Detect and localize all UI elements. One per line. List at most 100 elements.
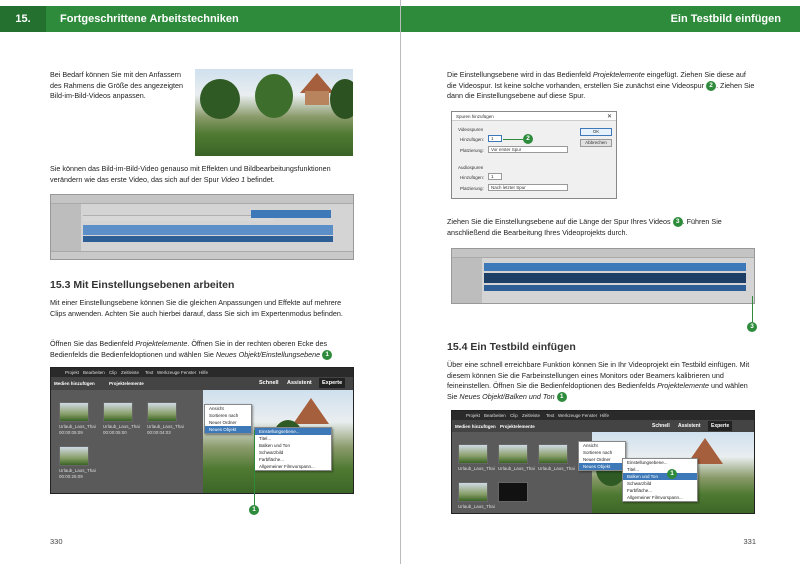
adjustment-layer-clip[interactable] [484, 263, 746, 271]
mode-expert-tab[interactable]: Experte [319, 378, 346, 388]
menu-hilfe[interactable]: Hilfe [199, 370, 208, 375]
menu-bar: Projekt Bearbeiten Clip Zeitleiste Text … [51, 368, 353, 377]
asset-label: Urlaub_Laos_Thai [498, 466, 535, 471]
submenu-color-matte[interactable]: Farbfläche... [623, 487, 697, 494]
context-menu: Ansicht Sortieren nach Neuer Ordner Neue… [578, 441, 626, 471]
menu-zeitleiste[interactable]: Zeitleiste [121, 370, 139, 375]
menu-bearbeiten[interactable]: Bearbeiten [484, 413, 506, 418]
add-tracks-dialog: Spuren hinzufügen ✕ Videospuren Hinzufüg… [451, 111, 617, 199]
asset-duration: 00:00:25:09 [59, 474, 83, 479]
close-icon[interactable]: ✕ [607, 113, 612, 120]
project-assets-button[interactable]: Projektelemente [109, 381, 144, 386]
submenu: Einstellungsebene... Titel... Balken und… [254, 427, 332, 471]
asset-thumbnail[interactable] [59, 446, 89, 466]
timeline-footer [51, 251, 353, 259]
mode-guided-tab[interactable]: Assistent [678, 423, 701, 429]
asset-thumbnail[interactable] [538, 444, 568, 464]
menu-fenster[interactable]: Fenster [181, 370, 196, 375]
submenu-countdown[interactable]: Allgemeiner Filmvorspann... [623, 494, 697, 501]
add-media-button[interactable]: Medien hinzufügen [455, 424, 496, 429]
submenu-color-matte[interactable]: Farbfläche... [255, 456, 331, 463]
chapter-number: 15. [0, 6, 46, 32]
menu-item-new-object[interactable]: Neues Objekt [579, 463, 625, 470]
menu-bearbeiten[interactable]: Bearbeiten [83, 370, 105, 375]
asset-thumbnail[interactable] [147, 402, 177, 422]
toolbar: Medien hinzufügen Projektelemente Schnel… [452, 420, 754, 432]
asset-label: Urlaub_Laos_Thai [59, 424, 96, 429]
audio-place-select[interactable]: Nach letzter Spur [488, 184, 568, 191]
asset-label: Urlaub_Laos_Thai [103, 424, 140, 429]
audio-clip[interactable] [83, 236, 333, 242]
submenu-adjustment-layer[interactable]: Einstellungsebene... [623, 459, 697, 466]
adjustment-layer-thumbnail[interactable] [498, 482, 528, 502]
submenu-black-video[interactable]: Schwarzbild [623, 480, 697, 487]
asset-thumbnail[interactable] [498, 444, 528, 464]
page-number: 331 [743, 537, 756, 546]
menu-projekt[interactable]: Projekt [65, 370, 79, 375]
ok-button[interactable]: OK [580, 128, 612, 136]
menu-text[interactable]: Text [145, 370, 153, 375]
menu-hilfe[interactable]: Hilfe [600, 413, 609, 418]
callout-line [503, 139, 523, 140]
paragraph-drag-layer: Ziehen Sie die Einstellungsebene auf die… [447, 217, 757, 238]
submenu-countdown[interactable]: Allgemeiner Filmvorspann... [255, 463, 331, 470]
submenu-title[interactable]: Titel... [623, 466, 697, 473]
editor-screenshot: Projekt Bearbeiten Clip Zeitleiste Text … [451, 410, 755, 514]
submenu-adjustment-layer[interactable]: Einstellungsebene... [255, 428, 331, 435]
menu-werkzeuge[interactable]: Werkzeuge [558, 413, 581, 418]
right-header: Ein Testbild einfügen [401, 6, 800, 32]
menu-zeitleiste[interactable]: Zeitleiste [522, 413, 540, 418]
menu-fenster[interactable]: Fenster [582, 413, 597, 418]
callout-badge: 3 [672, 217, 683, 228]
submenu-black-video[interactable]: Schwarzbild [255, 449, 331, 456]
submenu-bars-tone[interactable]: Balken und Ton [255, 442, 331, 449]
menu-bar: Projekt Bearbeiten Clip Zeitleiste Text … [452, 411, 754, 420]
section-title: 15.3 Mit Einstellungsebenen arbeiten [50, 279, 235, 291]
project-assets-button[interactable]: Projektelemente [500, 424, 535, 429]
asset-thumbnail[interactable] [458, 482, 488, 502]
right-page: Ein Testbild einfügen Die Einstellungseb… [400, 0, 800, 564]
video-clip[interactable] [83, 225, 333, 235]
asset-thumbnail[interactable] [458, 444, 488, 464]
chapter-title: Ein Testbild einfügen [670, 13, 781, 25]
video-clip[interactable] [484, 273, 746, 283]
menu-projekt[interactable]: Projekt [466, 413, 480, 418]
menu-item-sort[interactable]: Sortieren nach [205, 412, 251, 419]
menu-item-new-folder[interactable]: Neuer Ordner [205, 419, 251, 426]
empty-track [83, 215, 273, 221]
left-header: 15. Fortgeschrittene Arbeitstechniken [0, 6, 400, 32]
assets-panel: Urlaub_Laos_Thai 00:00:05:09 Urlaub_Laos… [51, 390, 203, 493]
menu-clip[interactable]: Clip [510, 413, 518, 418]
submenu-bars-tone[interactable]: Balken und Ton [623, 473, 697, 480]
callout-badge: 1 [322, 349, 333, 360]
cancel-button[interactable]: Abbrechen [580, 139, 612, 147]
mode-quick-tab[interactable]: Schnell [259, 380, 279, 386]
mode-guided-tab[interactable]: Assistent [287, 380, 312, 386]
left-page: 15. Fortgeschrittene Arbeitstechniken Be… [0, 0, 400, 564]
callout-marker: 1 [249, 505, 259, 515]
submenu: Einstellungsebene... Titel... Balken und… [622, 458, 698, 502]
video-place-select[interactable]: Vor erster Spur [488, 146, 568, 153]
asset-duration: 00:00:05:00 [103, 430, 127, 435]
menu-werkzeuge[interactable]: Werkzeuge [157, 370, 180, 375]
menu-item-new-folder[interactable]: Neuer Ordner [579, 456, 625, 463]
menu-item-view[interactable]: Ansicht [579, 442, 625, 449]
asset-thumbnail[interactable] [59, 402, 89, 422]
para-italic: Projektelemente [657, 381, 709, 390]
add-media-button[interactable]: Medien hinzufügen [54, 381, 95, 386]
menu-text[interactable]: Text [546, 413, 554, 418]
track-headers [452, 258, 482, 303]
menu-clip[interactable]: Clip [109, 370, 117, 375]
video-add-input[interactable]: 1 [488, 135, 502, 142]
menu-item-new-object[interactable]: Neues Objekt [205, 426, 251, 433]
audio-add-input[interactable]: 1 [488, 173, 502, 180]
menu-item-view[interactable]: Ansicht [205, 405, 251, 412]
audio-clip[interactable] [484, 285, 746, 291]
pip-clip[interactable] [251, 210, 331, 218]
asset-thumbnail[interactable] [103, 402, 133, 422]
submenu-title[interactable]: Titel... [255, 435, 331, 442]
video-place-label: Platzierung: [460, 148, 484, 153]
mode-expert-tab[interactable]: Experte [708, 421, 733, 431]
mode-quick-tab[interactable]: Schnell [652, 423, 670, 429]
menu-item-sort[interactable]: Sortieren nach [579, 449, 625, 456]
